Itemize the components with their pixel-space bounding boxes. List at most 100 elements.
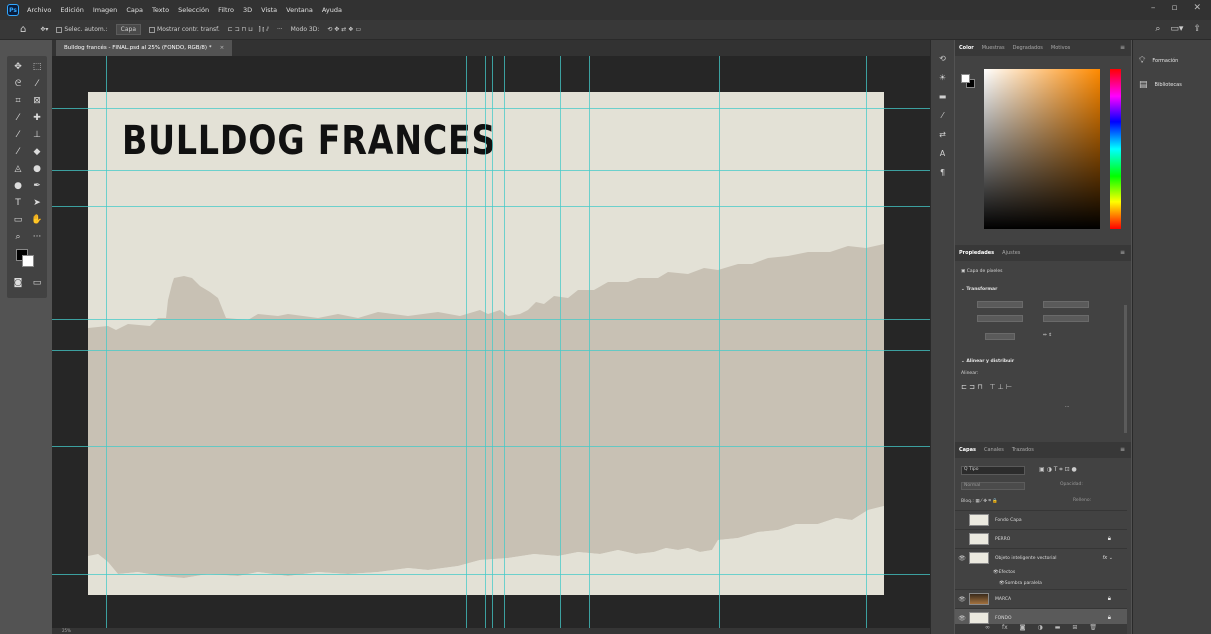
auto-select-checkbox[interactable]: Selec. autom.:: [56, 26, 108, 33]
move-tool-icon[interactable]: ✥: [9, 60, 27, 74]
properties-scrollbar[interactable]: [1124, 305, 1127, 433]
transform-section[interactable]: ⌄ Transformar: [961, 287, 997, 292]
menu-ventana[interactable]: Ventana: [286, 6, 313, 14]
eyedropper-tool-icon[interactable]: ⁄: [9, 111, 27, 125]
more-options-button[interactable]: ···: [277, 26, 283, 33]
hand-tool-icon[interactable]: ✋: [28, 213, 46, 227]
learn-panel-button[interactable]: 💡︎ Formación: [1139, 56, 1178, 66]
eraser-tool-icon[interactable]: ◆: [28, 145, 46, 159]
guide-vertical[interactable]: [589, 56, 590, 628]
quick-mask-icon[interactable]: ◙: [9, 276, 27, 290]
more-tools-icon[interactable]: ···: [28, 230, 46, 244]
transform-controls-checkbox[interactable]: Mostrar contr. transf.: [149, 26, 220, 33]
blur-tool-icon[interactable]: ●: [28, 162, 46, 176]
tab-color[interactable]: Color: [959, 45, 974, 51]
guide-vertical[interactable]: [719, 56, 720, 628]
y-field[interactable]: [1043, 315, 1089, 322]
adjustments-icon[interactable]: ☀: [939, 73, 946, 82]
menu-seleccion[interactable]: Selección: [178, 6, 209, 14]
character-icon[interactable]: A: [940, 149, 945, 158]
auto-select-dropdown[interactable]: Capa: [115, 24, 142, 35]
crop-tool-icon[interactable]: ⌗: [9, 94, 27, 108]
guide-horizontal[interactable]: [52, 574, 930, 575]
fill-field[interactable]: Relleno:: [1073, 498, 1091, 503]
guide-vertical[interactable]: [504, 56, 505, 628]
layer-effect-row[interactable]: 👁︎ Sombra paralela: [955, 578, 1127, 589]
close-window-button[interactable]: ✕: [1193, 3, 1201, 13]
menu-ayuda[interactable]: Ayuda: [322, 6, 342, 14]
document-tab[interactable]: Bulldog francés - FINAL.psd al 25% (FOND…: [56, 40, 233, 56]
maximize-button[interactable]: ▫: [1171, 3, 1177, 13]
guide-horizontal[interactable]: [52, 350, 930, 351]
height-field[interactable]: [977, 315, 1023, 322]
background-color-swatch[interactable]: [22, 255, 34, 267]
close-tab-icon[interactable]: ×: [220, 45, 225, 51]
flip-icons[interactable]: ⇔ ⇕: [1043, 333, 1052, 338]
photoshop-logo[interactable]: Ps: [7, 4, 19, 16]
mode-3d-icons[interactable]: ⟲ ✥ ⇄ ❖ ▭: [327, 26, 361, 33]
menu-3d[interactable]: 3D: [243, 6, 252, 14]
gradient-tool-icon[interactable]: ◬: [9, 162, 27, 176]
history-icon[interactable]: ⟲: [939, 54, 946, 63]
layer-row[interactable]: 👁︎ Objeto inteligente vectorial fx ⌄: [955, 548, 1127, 567]
pen-tool-icon[interactable]: ✒: [28, 179, 46, 193]
lasso-tool-icon[interactable]: ᘓ: [9, 77, 27, 91]
minimize-button[interactable]: –: [1151, 3, 1156, 13]
menu-filtro[interactable]: Filtro: [218, 6, 234, 14]
canvas[interactable]: BULLDOG FRANCES: [52, 56, 930, 628]
quick-select-tool-icon[interactable]: ⁄: [28, 77, 46, 91]
width-field[interactable]: [977, 301, 1023, 308]
brush-tool-icon[interactable]: ⁄: [9, 128, 27, 142]
history-brush-icon[interactable]: ⁄: [9, 145, 27, 159]
guide-vertical[interactable]: [866, 56, 867, 628]
align-buttons[interactable]: ⊏ ⊐ ⊓ ⊔ ⫿ ⫾ ⫽: [228, 26, 269, 34]
healing-tool-icon[interactable]: ✚: [28, 111, 46, 125]
align-buttons[interactable]: ⊏ ⊐ ⊓ ⊤ ⊥ ⊢: [961, 383, 1012, 391]
tab-layers[interactable]: Capas: [959, 447, 976, 453]
workspace-icon[interactable]: ▭▾: [1170, 24, 1183, 34]
screen-mode-icon[interactable]: ▭: [28, 276, 46, 290]
eye-icon[interactable]: 👁︎: [955, 596, 969, 603]
layer-effects-row[interactable]: 👁︎ Efectos: [955, 567, 1127, 578]
rectangle-tool-icon[interactable]: ▭: [9, 213, 27, 227]
panel-menu-icon[interactable]: ≡: [1120, 44, 1125, 51]
marquee-tool-icon[interactable]: ⬚: [28, 60, 46, 74]
tab-adjustments[interactable]: Ajustes: [1002, 250, 1020, 256]
guide-horizontal[interactable]: [52, 319, 930, 320]
artboard[interactable]: BULLDOG FRANCES: [88, 92, 884, 595]
share-icon[interactable]: ⇪: [1193, 24, 1201, 34]
new-layer-icon[interactable]: ⊞: [1072, 624, 1077, 634]
guide-vertical[interactable]: [106, 56, 107, 628]
paragraph-icon[interactable]: ¶: [940, 168, 945, 177]
tab-paths[interactable]: Trazados: [1012, 447, 1034, 453]
type-tool-icon[interactable]: T: [9, 196, 27, 210]
align-section[interactable]: ⌄ Alinear y distribuir: [961, 359, 1014, 364]
stamp-tool-icon[interactable]: ⊥: [28, 128, 46, 142]
guide-horizontal[interactable]: [52, 170, 930, 171]
menu-texto[interactable]: Texto: [152, 6, 169, 14]
guide-horizontal[interactable]: [52, 206, 930, 207]
eye-icon[interactable]: 👁︎: [955, 555, 969, 562]
menu-imagen[interactable]: Imagen: [93, 6, 117, 14]
path-select-tool-icon[interactable]: ➤: [28, 196, 46, 210]
guide-horizontal[interactable]: [52, 108, 930, 109]
opacity-field[interactable]: Opacidad:: [1060, 482, 1120, 490]
menu-capa[interactable]: Capa: [126, 6, 143, 14]
guide-vertical[interactable]: [492, 56, 493, 628]
guide-vertical[interactable]: [560, 56, 561, 628]
paths-icon[interactable]: ⇄: [939, 130, 946, 139]
guide-vertical[interactable]: [485, 56, 486, 628]
color-swatches[interactable]: [9, 247, 46, 273]
fx-icon[interactable]: fx ⌄: [1103, 555, 1114, 561]
search-icon[interactable]: ⌕: [1155, 24, 1160, 34]
home-icon[interactable]: ⌂: [20, 24, 26, 35]
eye-icon[interactable]: 👁︎: [955, 615, 969, 622]
tab-swatches[interactable]: Muestras: [982, 45, 1005, 51]
guide-vertical[interactable]: [466, 56, 467, 628]
guide-horizontal[interactable]: [52, 446, 930, 447]
layer-row[interactable]: PERRO 🔒︎: [955, 529, 1127, 548]
adjustment-icon[interactable]: ◑: [1037, 624, 1042, 634]
mask-icon[interactable]: ◙: [1020, 624, 1026, 634]
tab-channels[interactable]: Canales: [984, 447, 1004, 453]
dodge-tool-icon[interactable]: ●: [9, 179, 27, 193]
